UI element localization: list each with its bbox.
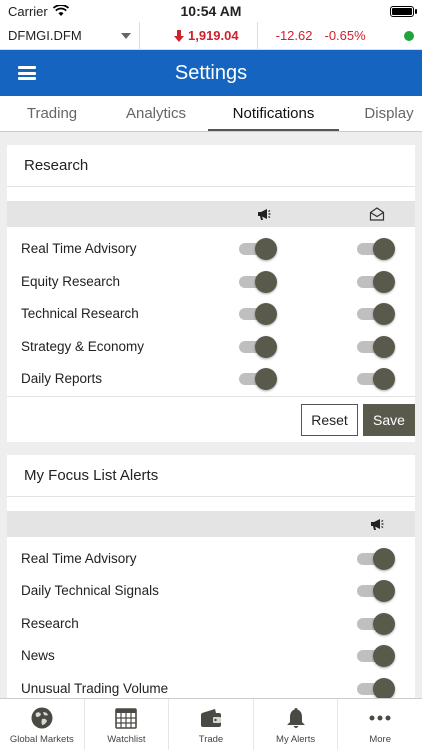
- index-price: 1,919.04: [174, 28, 239, 43]
- focus-list-card: My Focus List Alerts Real Time Advisory …: [7, 454, 415, 698]
- focus-row: Unusual Trading Volume: [7, 673, 415, 698]
- push-toggle[interactable]: [357, 612, 395, 635]
- more-dots-icon: [367, 705, 393, 731]
- push-toggle[interactable]: [357, 677, 395, 698]
- row-label: Daily Reports: [21, 371, 103, 386]
- email-toggle[interactable]: [357, 303, 395, 325]
- push-toggle[interactable]: [239, 270, 277, 293]
- symbol-selector[interactable]: DFMGI.DFM: [0, 22, 140, 49]
- research-row: Equity Research: [7, 266, 415, 299]
- focus-row: News: [7, 640, 415, 673]
- row-label: Strategy & Economy: [21, 338, 145, 354]
- envelope-open-icon: [369, 207, 385, 221]
- email-toggle[interactable]: [357, 270, 395, 293]
- wifi-icon: [52, 5, 69, 16]
- row-label: Real Time Advisory: [21, 550, 137, 566]
- research-row: Daily Reports: [7, 363, 415, 396]
- market-status-dot: [404, 31, 414, 41]
- arrow-down-icon: [174, 29, 184, 42]
- nav-global-markets[interactable]: Global Markets: [0, 699, 85, 750]
- research-row: Real Time Advisory: [7, 233, 415, 266]
- research-row: Technical Research: [7, 298, 415, 331]
- email-toggle[interactable]: [357, 368, 395, 390]
- nav-watchlist[interactable]: Watchlist: [85, 699, 170, 750]
- push-toggle[interactable]: [239, 238, 277, 260]
- nav-label: Global Markets: [9, 734, 74, 745]
- tab-display[interactable]: Display: [339, 96, 422, 131]
- research-actions: Reset Save: [7, 395, 415, 442]
- battery-icon: [390, 5, 417, 17]
- research-column-header: [7, 201, 415, 227]
- index-ticker[interactable]: DFMGI.DFM 1,919.04 -12.62 -0.65%: [0, 22, 422, 50]
- status-bar: Carrier 10:54 AM: [0, 0, 422, 22]
- globe-icon: [29, 705, 55, 731]
- nav-label: More: [369, 734, 391, 745]
- row-label: Research: [21, 615, 79, 631]
- research-title: Research: [7, 145, 415, 187]
- symbol-label: DFMGI.DFM: [8, 28, 82, 43]
- megaphone-icon: [371, 518, 384, 530]
- email-toggle[interactable]: [357, 335, 395, 358]
- row-label: Daily Technical Signals: [21, 583, 159, 598]
- tab-trading[interactable]: Trading: [0, 96, 104, 131]
- index-change-percent: -0.65%: [324, 28, 366, 43]
- save-button[interactable]: Save: [363, 403, 415, 436]
- email-toggle[interactable]: [357, 238, 395, 260]
- focus-column-header: [7, 510, 415, 537]
- page-title: Settings: [174, 61, 248, 84]
- focus-row: Daily Technical Signals: [7, 575, 415, 608]
- bell-icon: [283, 705, 309, 731]
- focus-row: Research: [7, 608, 415, 641]
- focus-list-title: My Focus List Alerts: [7, 455, 415, 497]
- tab-analytics[interactable]: Analytics: [104, 96, 208, 131]
- nav-more[interactable]: More: [338, 699, 422, 750]
- bottom-nav: Global Markets Watchlist Trade My Alerts…: [0, 698, 422, 750]
- push-toggle[interactable]: [357, 547, 395, 570]
- research-row: Strategy & Economy: [7, 331, 415, 364]
- nav-trade[interactable]: Trade: [169, 699, 254, 750]
- ticker-divider: [256, 22, 258, 49]
- nav-label: My Alerts: [276, 734, 316, 745]
- caret-down-icon: [121, 32, 131, 39]
- calendar-grid-icon: [113, 705, 139, 731]
- push-toggle[interactable]: [357, 645, 395, 667]
- push-toggle[interactable]: [239, 335, 277, 358]
- push-toggle[interactable]: [239, 368, 277, 390]
- app-header: Settings: [0, 50, 422, 96]
- push-toggle[interactable]: [357, 580, 395, 602]
- push-toggle[interactable]: [239, 303, 277, 325]
- nav-label: Trade: [198, 734, 224, 745]
- tab-notifications[interactable]: Notifications: [208, 96, 339, 131]
- wallet-icon: [198, 705, 224, 731]
- carrier-label: Carrier: [8, 3, 48, 19]
- hamburger-menu-icon[interactable]: [18, 66, 36, 80]
- settings-tabs: Trading Analytics Notifications Display: [0, 96, 422, 132]
- focus-row: Real Time Advisory: [7, 543, 415, 576]
- row-label: News: [21, 648, 55, 663]
- index-change: -12.62: [275, 28, 313, 43]
- row-label: Technical Research: [21, 306, 139, 321]
- index-price-value: 1,919.04: [188, 28, 239, 43]
- reset-button[interactable]: Reset: [301, 403, 358, 436]
- settings-content[interactable]: Research Real Time Advisory Equity Resea…: [0, 132, 422, 698]
- research-card: Research Real Time Advisory Equity Resea…: [7, 145, 415, 442]
- nav-my-alerts[interactable]: My Alerts: [254, 699, 339, 750]
- carrier-group: Carrier: [8, 4, 69, 19]
- nav-label: Watchlist: [107, 734, 146, 745]
- row-label: Equity Research: [21, 273, 121, 289]
- megaphone-icon: [258, 209, 271, 220]
- row-label: Real Time Advisory: [21, 241, 137, 256]
- row-label: Unusual Trading Volume: [21, 680, 169, 696]
